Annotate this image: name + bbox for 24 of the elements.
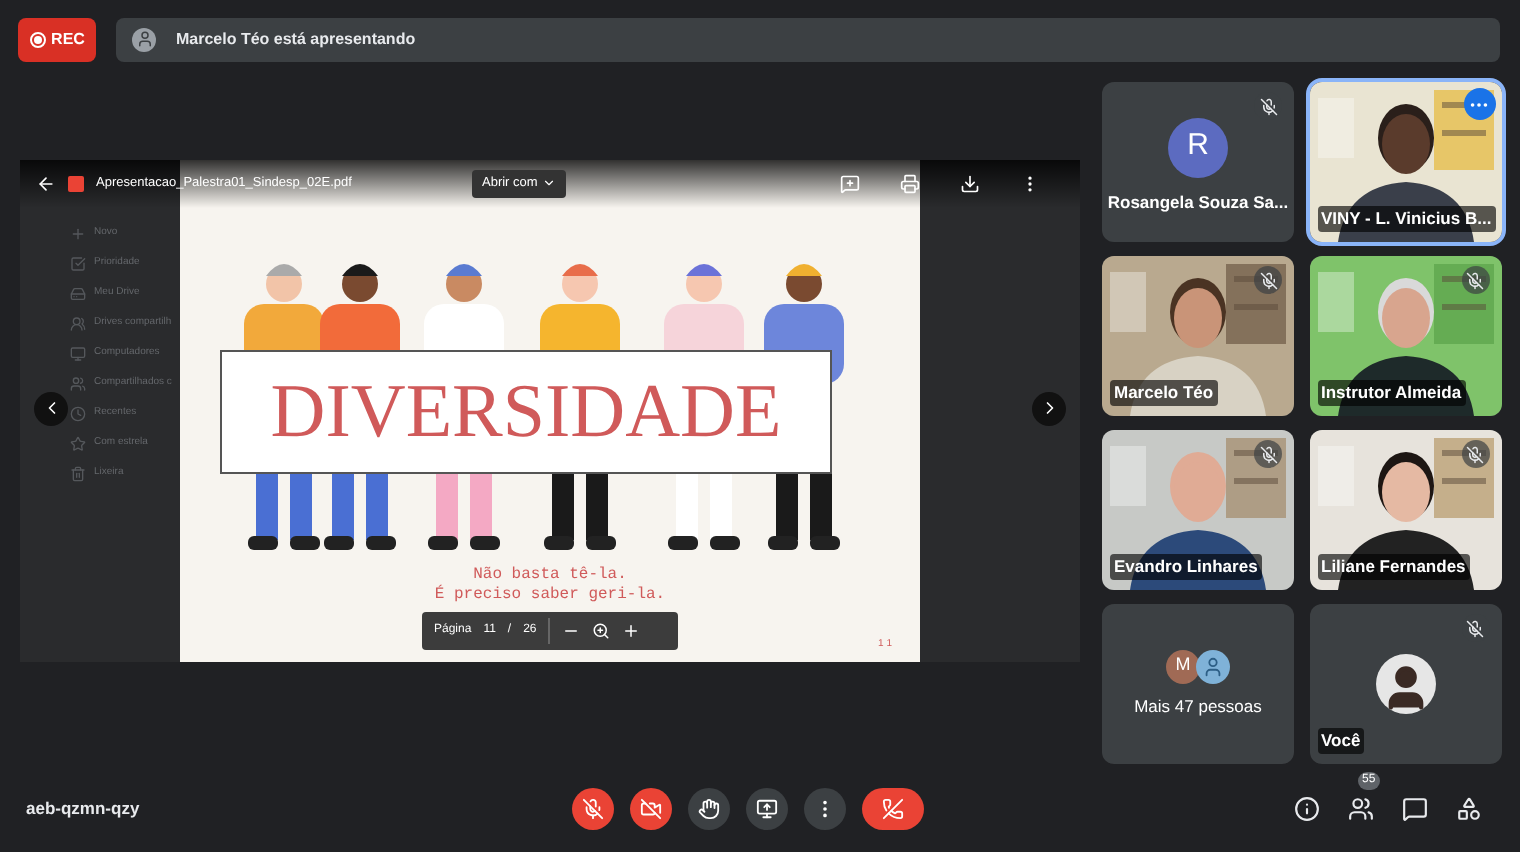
presenter-text: Marcelo Téo está apresentando: [176, 27, 416, 51]
avatar: R: [1168, 117, 1228, 178]
participant-name: Evandro Linhares: [1110, 554, 1262, 580]
avatar: M: [1166, 649, 1200, 684]
participant-name: Rosangela Souza Sa...: [1107, 189, 1289, 215]
participant-tile[interactable]: Instrutor Almeida: [1309, 256, 1501, 416]
recording-badge: REC: [18, 17, 96, 61]
participant-tile[interactable]: Liliane Fernandes: [1309, 430, 1501, 590]
participant-count: Mais 47 pessoas: [1134, 693, 1262, 719]
meeting-code: aeb-qzmn-qzy: [26, 795, 142, 821]
participant-tile[interactable]: Você: [1309, 604, 1501, 764]
participant-tile[interactable]: Marcelo Téo: [1102, 256, 1294, 416]
slide-caption: Não basta tê-la.: [473, 565, 627, 585]
participant-tile[interactable]: VINY - L. Vinicius B...: [1309, 82, 1501, 242]
participant-name: Liliane Fernandes: [1317, 554, 1470, 580]
participant-name: Marcelo Téo: [1110, 380, 1218, 406]
participant-name: Instrutor Almeida: [1317, 380, 1466, 406]
slide-title: DIVERSIDADE: [270, 373, 782, 449]
participant-tile[interactable]: R Rosangela Souza Sa...: [1102, 82, 1294, 242]
participant-name: VINY - L. Vinicius B...: [1317, 206, 1496, 232]
participant-tile[interactable]: M Mais 47 pessoas: [1102, 604, 1294, 764]
participant-name: Você: [1317, 728, 1365, 754]
slide-caption: É preciso saber geri-la.: [434, 585, 666, 605]
participant-tile[interactable]: Evandro Linhares: [1102, 430, 1294, 590]
